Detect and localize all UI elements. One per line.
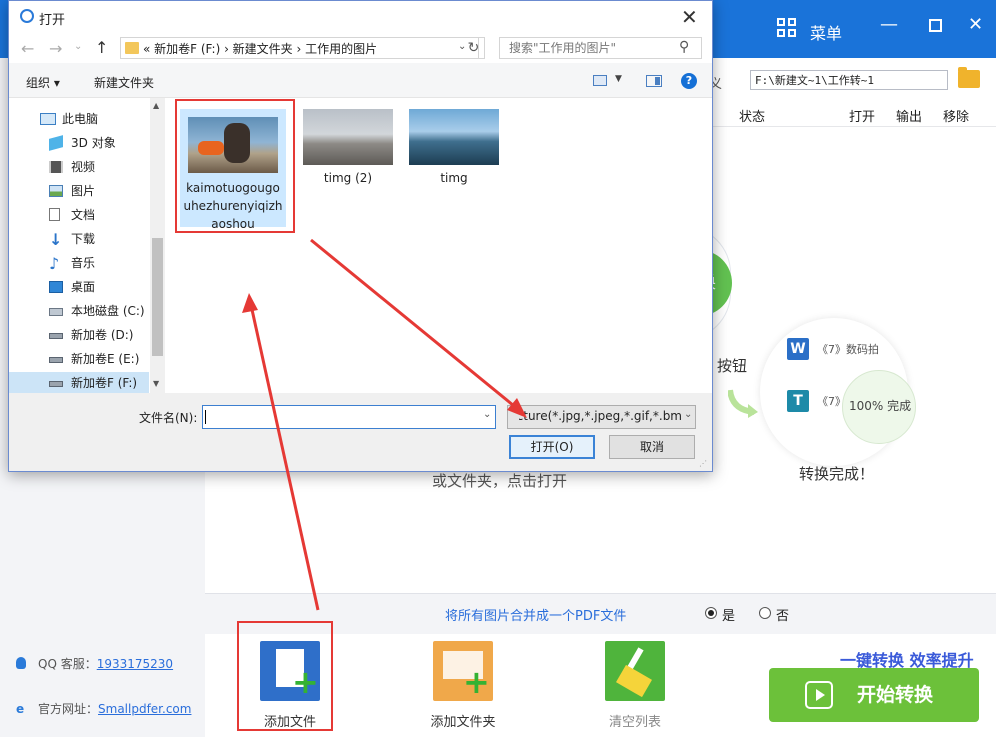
annotation-arrow-down (310, 238, 520, 412)
annotation-arrows (242, 238, 527, 611)
annotation-arrowhead (242, 293, 258, 313)
annotation-arrow-up (249, 304, 320, 611)
